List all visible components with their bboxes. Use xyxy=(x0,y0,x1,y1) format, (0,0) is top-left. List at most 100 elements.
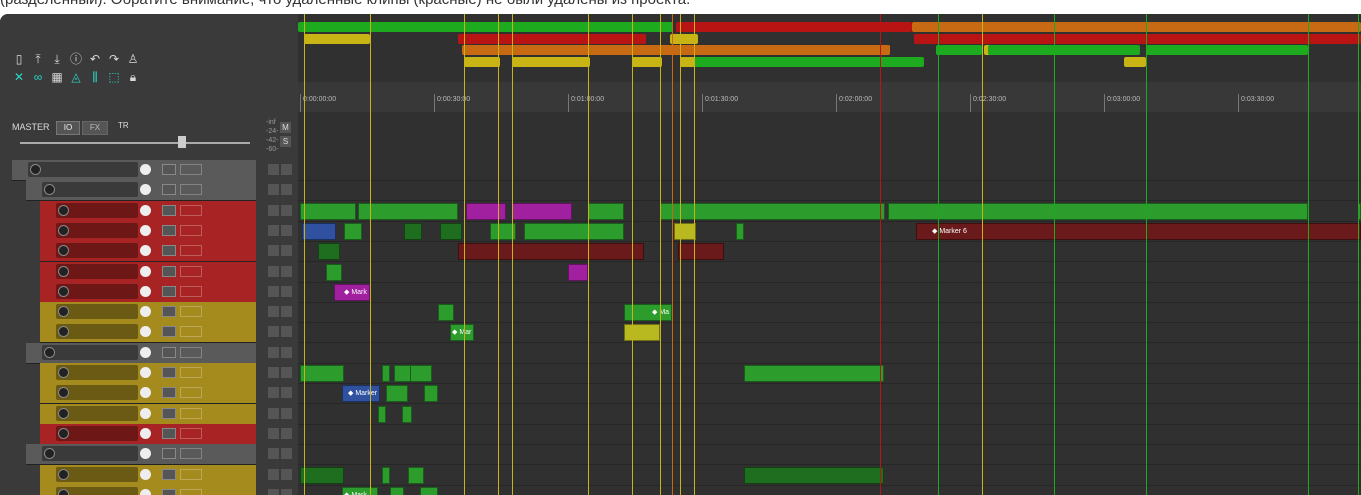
media-clip[interactable] xyxy=(300,202,356,220)
track-solo-button[interactable] xyxy=(281,488,292,495)
media-clip[interactable] xyxy=(736,222,744,240)
volume-knob-icon[interactable] xyxy=(140,468,151,480)
link-icon[interactable]: ∞ xyxy=(31,70,45,84)
volume-knob-icon[interactable] xyxy=(140,488,151,495)
record-arm-icon[interactable] xyxy=(58,407,69,419)
lock-icon[interactable]: 🔒︎ xyxy=(126,70,140,84)
fx-button[interactable] xyxy=(180,387,202,399)
track-lane[interactable] xyxy=(298,485,1361,495)
track-solo-button[interactable] xyxy=(281,285,292,297)
track-mute-button[interactable] xyxy=(268,285,279,297)
media-clip[interactable] xyxy=(568,263,588,281)
media-clip[interactable] xyxy=(438,304,454,322)
io-button[interactable] xyxy=(162,367,176,378)
track-solo-button[interactable] xyxy=(281,387,292,399)
track-lane[interactable] xyxy=(298,282,1361,303)
master-solo-button[interactable]: S xyxy=(280,136,291,147)
io-button[interactable] xyxy=(162,427,176,439)
track-solo-button[interactable] xyxy=(281,265,292,277)
fx-button[interactable] xyxy=(180,468,202,480)
record-arm-icon[interactable] xyxy=(58,468,69,480)
region-marker[interactable] xyxy=(512,57,590,67)
track-lane[interactable] xyxy=(298,221,1361,242)
track-header[interactable] xyxy=(40,302,256,324)
track-header[interactable] xyxy=(26,444,256,466)
fx-button[interactable] xyxy=(180,245,202,257)
track-mute-button[interactable] xyxy=(268,387,279,399)
media-clip[interactable] xyxy=(390,486,404,495)
region-marker[interactable] xyxy=(632,57,662,67)
media-clip[interactable] xyxy=(588,202,624,220)
record-arm-icon[interactable] xyxy=(58,224,69,236)
io-button[interactable] xyxy=(162,265,176,277)
io-button[interactable] xyxy=(162,164,176,175)
track-header[interactable] xyxy=(40,200,256,222)
record-arm-icon[interactable] xyxy=(44,346,55,358)
save-project-icon[interactable]: ⤓ xyxy=(50,52,64,66)
region-marker[interactable] xyxy=(694,57,924,67)
media-clip[interactable] xyxy=(404,222,422,240)
track-lane[interactable] xyxy=(298,465,1361,486)
io-button[interactable] xyxy=(162,285,176,297)
media-clip[interactable] xyxy=(358,202,458,220)
track-header[interactable] xyxy=(40,423,256,445)
io-button[interactable] xyxy=(162,306,176,318)
track-header[interactable] xyxy=(40,261,256,283)
region-marker[interactable] xyxy=(298,22,673,32)
media-clip[interactable] xyxy=(678,243,724,261)
undo-icon[interactable]: ↶ xyxy=(88,52,102,66)
fx-button[interactable] xyxy=(180,265,202,277)
track-mute-button[interactable] xyxy=(268,265,279,277)
track-lane[interactable] xyxy=(298,343,1361,364)
media-clip[interactable] xyxy=(386,385,408,403)
region-marker[interactable] xyxy=(304,34,370,44)
track-solo-button[interactable] xyxy=(281,427,292,439)
media-clip[interactable] xyxy=(524,222,596,240)
track-solo-button[interactable] xyxy=(281,448,292,460)
track-solo-button[interactable] xyxy=(281,367,292,378)
record-arm-icon[interactable] xyxy=(58,427,69,439)
track-solo-button[interactable] xyxy=(281,224,292,236)
media-clip[interactable] xyxy=(378,405,386,423)
fx-button[interactable] xyxy=(180,326,202,338)
snap-icon[interactable]: ◬ xyxy=(69,70,83,84)
volume-knob-icon[interactable] xyxy=(140,346,151,358)
region-marker[interactable] xyxy=(1146,45,1308,55)
track-name-box[interactable] xyxy=(28,162,138,177)
fx-button[interactable] xyxy=(180,488,202,495)
volume-knob-icon[interactable] xyxy=(140,184,151,196)
volume-knob-icon[interactable] xyxy=(140,245,151,257)
volume-knob-icon[interactable] xyxy=(140,306,151,318)
fx-button[interactable] xyxy=(180,407,202,419)
media-clip[interactable] xyxy=(420,486,438,495)
fx-button[interactable] xyxy=(180,367,202,378)
track-mute-button[interactable] xyxy=(268,427,279,439)
volume-knob-icon[interactable] xyxy=(140,326,151,338)
media-clip[interactable] xyxy=(466,202,506,220)
track-mute-button[interactable] xyxy=(268,468,279,480)
io-button[interactable] xyxy=(162,387,176,399)
metronome-icon[interactable]: ♙ xyxy=(126,52,140,66)
track-solo-button[interactable] xyxy=(281,204,292,216)
fx-button[interactable] xyxy=(180,346,202,358)
media-clip[interactable] xyxy=(624,324,660,342)
media-clip[interactable] xyxy=(300,466,344,484)
track-header[interactable] xyxy=(40,281,256,303)
grid-icon[interactable]: ▦ xyxy=(50,70,64,84)
project-marker[interactable]: ◆ Mark xyxy=(344,491,367,495)
media-clip[interactable] xyxy=(458,243,644,261)
io-button[interactable] xyxy=(162,346,176,358)
track-lane[interactable] xyxy=(298,262,1361,283)
track-lane[interactable] xyxy=(298,383,1361,405)
selection-icon[interactable]: ⬚ xyxy=(107,70,121,84)
track-header[interactable] xyxy=(40,241,256,263)
track-lane[interactable] xyxy=(298,241,1361,263)
track-solo-button[interactable] xyxy=(281,468,292,480)
media-clip[interactable] xyxy=(344,222,362,240)
ripple-edit-icon[interactable]: ✕ xyxy=(12,70,26,84)
track-mute-button[interactable] xyxy=(268,326,279,338)
info-icon[interactable]: ⓘ xyxy=(69,52,83,66)
track-solo-button[interactable] xyxy=(281,245,292,257)
volume-knob-icon[interactable] xyxy=(140,387,151,399)
track-mute-button[interactable] xyxy=(268,367,279,378)
